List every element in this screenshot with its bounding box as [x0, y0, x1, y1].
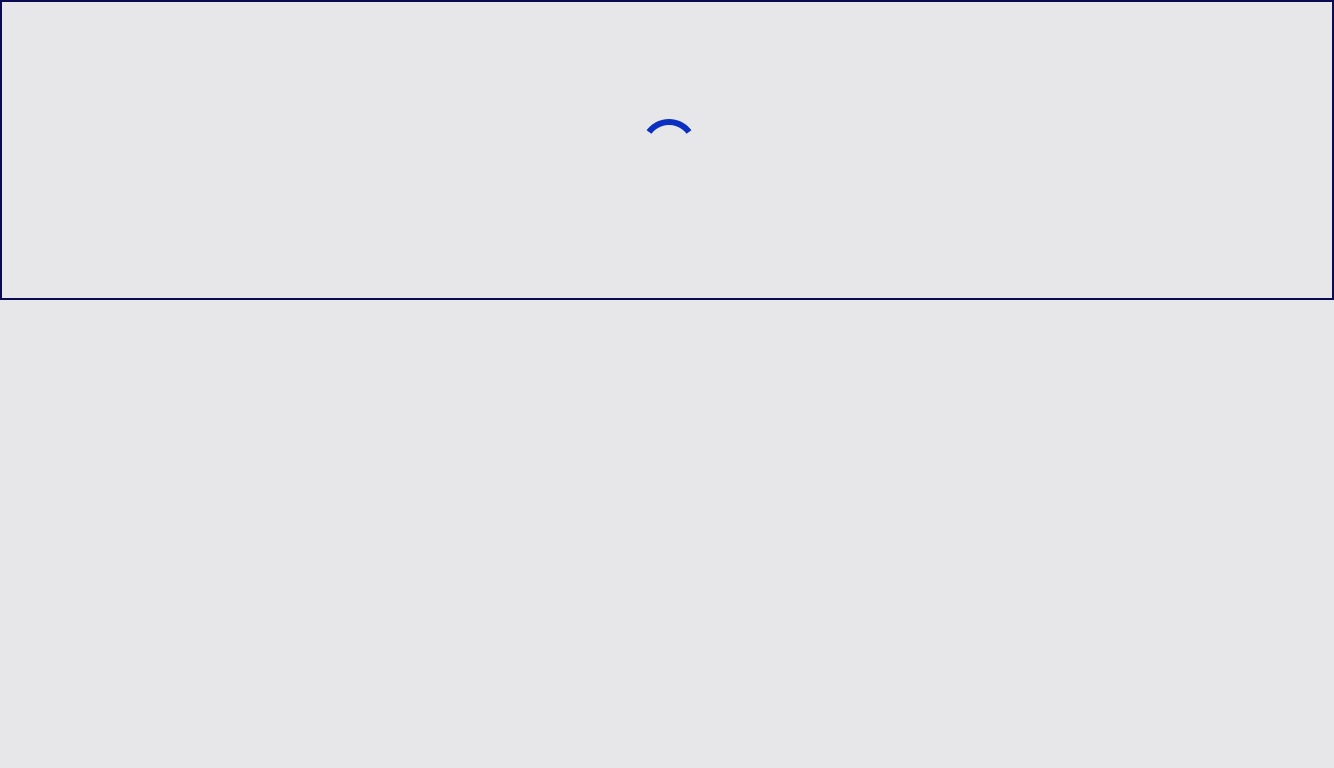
page [0, 0, 1334, 768]
loading-spinner-icon [646, 119, 692, 134]
page-background [0, 300, 1334, 768]
loading-panel [0, 0, 1334, 300]
